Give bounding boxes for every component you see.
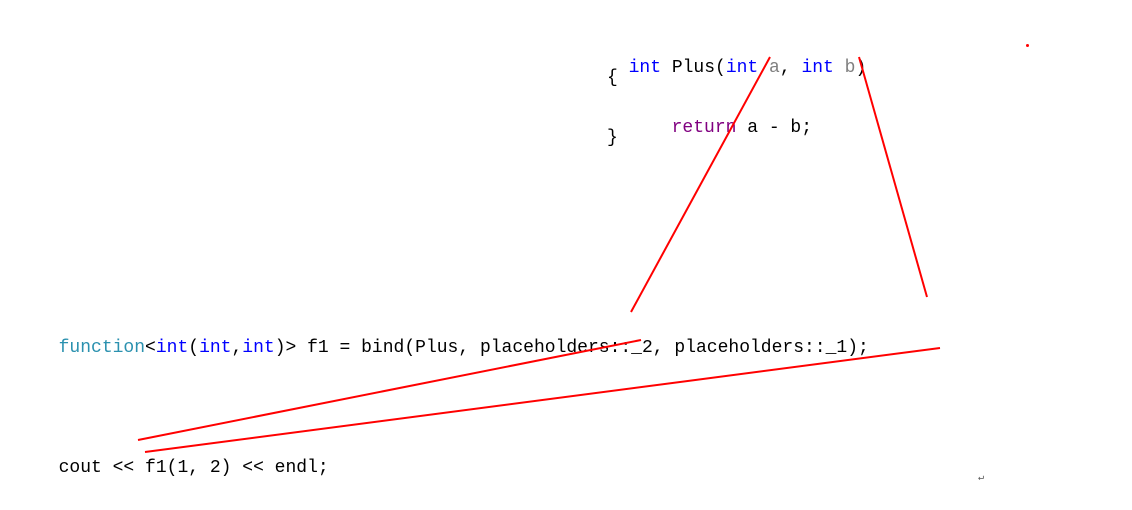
endl: endl;: [264, 458, 329, 478]
cout-line: cout << f1(1, 2) << endl;: [37, 438, 329, 478]
arrow-placeholder1-to-arg: [145, 348, 940, 452]
comma: ,: [231, 338, 242, 358]
param-a: a: [758, 58, 780, 78]
arrow-a-to-placeholder2: [631, 57, 770, 312]
red-dot: [1026, 44, 1029, 47]
annotation-svg: [0, 0, 1132, 510]
func-signature-line: int Plus(int a, int b): [607, 38, 866, 78]
keyword-int: int: [242, 338, 274, 358]
comma: ,: [780, 58, 802, 78]
keyword-function: function: [59, 338, 145, 358]
close-paren-gt: )>: [275, 338, 297, 358]
f1-call: f1(1, 2): [134, 458, 242, 478]
keyword-return: return: [672, 118, 737, 138]
keyword-int: int: [801, 58, 833, 78]
brace-open: {: [607, 68, 618, 88]
return-expr: a - b;: [736, 118, 812, 138]
stream-op: <<: [113, 458, 135, 478]
equals: =: [340, 338, 351, 358]
brace-close: }: [607, 128, 618, 148]
func-name-plus: Plus(: [661, 58, 726, 78]
keyword-int: int: [629, 58, 661, 78]
paragraph-mark: ↵: [978, 472, 984, 484]
bind-args: (Plus, placeholders::_2, placeholders::_…: [404, 338, 868, 358]
lt: <: [145, 338, 156, 358]
arrow-b-to-placeholder1: [859, 57, 927, 297]
keyword-int: int: [726, 58, 758, 78]
bind-call: bind: [350, 338, 404, 358]
return-line: return a - b;: [650, 98, 812, 138]
close-paren: ): [855, 58, 866, 78]
keyword-int: int: [156, 338, 188, 358]
stream-op: <<: [242, 458, 264, 478]
param-b: b: [834, 58, 856, 78]
f1-var: f1: [296, 338, 339, 358]
bind-line: function<int(int,int)> f1 = bind(Plus, p…: [37, 318, 869, 358]
keyword-int: int: [199, 338, 231, 358]
cout: cout: [59, 458, 113, 478]
paren-open: (: [188, 338, 199, 358]
